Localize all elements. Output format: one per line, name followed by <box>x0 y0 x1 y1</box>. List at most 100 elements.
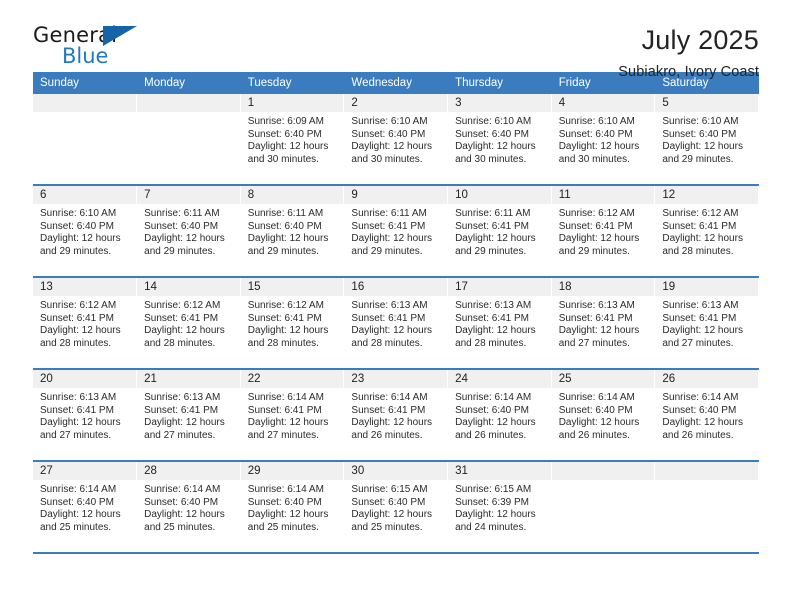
day-cell-inner <box>137 94 240 184</box>
day-details: Sunrise: 6:12 AM Sunset: 6:41 PM Daylight:… <box>137 296 240 350</box>
calendar-day-cell[interactable]: 21 Sunrise: 6:13 AM Sunset: 6:41 PM Dayligh… <box>136 369 241 462</box>
day-cell-inner: 9 Sunrise: 6:11 AM Sunset: 6:41 PM Daylight… <box>344 186 448 276</box>
day-detail-daylight-1: Daylight: 12 hours <box>40 417 121 429</box>
day-detail-daylight-1: Daylight: 12 hours <box>351 417 433 429</box>
calendar-day-cell[interactable]: 8 Sunrise: 6:11 AM Sunset: 6:40 PM Daylight… <box>240 185 345 278</box>
day-detail-daylight-1: Daylight: 12 hours <box>351 325 433 337</box>
general-blue-logo[interactable]: General Blue <box>33 23 153 71</box>
day-details: Sunrise: 6:12 AM Sunset: 6:41 PM Daylight:… <box>655 204 758 258</box>
calendar-day-cell[interactable]: 4 Sunrise: 6:10 AM Sunset: 6:40 PM Daylight… <box>551 94 656 186</box>
day-detail-daylight-2: and 30 minutes. <box>351 153 423 165</box>
day-detail-sunrise: Sunrise: 6:14 AM <box>144 484 221 495</box>
day-detail-sunrise: Sunrise: 6:12 AM <box>247 300 324 311</box>
calendar-day-cell[interactable]: 18 Sunrise: 6:13 AM Sunset: 6:41 PM Dayligh… <box>551 277 656 370</box>
calendar-day-cell[interactable]: 14 Sunrise: 6:12 AM Sunset: 6:41 PM Dayligh… <box>136 277 241 370</box>
calendar-day-cell[interactable]: 2 Sunrise: 6:10 AM Sunset: 6:40 PM Daylight… <box>343 94 449 186</box>
day-detail-daylight-1: Daylight: 12 hours <box>455 141 536 153</box>
day-detail-sunset: Sunset: 6:41 PM <box>662 220 737 232</box>
calendar-day-cell[interactable]: 7 Sunrise: 6:11 AM Sunset: 6:40 PM Daylight… <box>136 185 241 278</box>
day-detail-daylight-2: and 24 minutes. <box>455 521 527 533</box>
day-detail-daylight-2: and 27 minutes. <box>662 337 734 349</box>
day-cell-inner: 10 Sunrise: 6:11 AM Sunset: 6:41 PM Dayligh… <box>448 186 551 276</box>
calendar-day-cell[interactable]: 11 Sunrise: 6:12 AM Sunset: 6:41 PM Dayligh… <box>551 185 656 278</box>
day-cell-inner: 12 Sunrise: 6:12 AM Sunset: 6:41 PM Dayligh… <box>655 186 758 276</box>
calendar-day-cell[interactable]: 5 Sunrise: 6:10 AM Sunset: 6:40 PM Daylight… <box>654 94 759 186</box>
calendar-day-cell[interactable]: 23 Sunrise: 6:14 AM Sunset: 6:41 PM Dayligh… <box>343 369 449 462</box>
calendar-day-cell[interactable]: 3 Sunrise: 6:10 AM Sunset: 6:40 PM Daylight… <box>447 94 552 186</box>
day-detail-sunrise: Sunrise: 6:11 AM <box>351 208 427 219</box>
calendar-day-cell[interactable]: 20 Sunrise: 6:13 AM Sunset: 6:41 PM Dayligh… <box>33 369 138 462</box>
day-number: 26 <box>655 370 758 388</box>
day-cell-inner: 6 Sunrise: 6:10 AM Sunset: 6:40 PM Daylight… <box>33 186 137 276</box>
calendar-day-cell[interactable]: 22 Sunrise: 6:14 AM Sunset: 6:41 PM Dayligh… <box>240 369 345 462</box>
day-detail-daylight-2: and 28 minutes. <box>455 337 527 349</box>
day-detail-daylight-1: Daylight: 12 hours <box>40 325 121 337</box>
day-details: Sunrise: 6:12 AM Sunset: 6:41 PM Daylight:… <box>552 204 655 258</box>
day-number <box>137 94 240 112</box>
day-number: 14 <box>137 278 240 296</box>
day-details: Sunrise: 6:14 AM Sunset: 6:40 PM Daylight:… <box>33 480 136 534</box>
day-detail-sunset: Sunset: 6:40 PM <box>40 496 114 508</box>
day-detail-daylight-2: and 28 minutes. <box>144 337 216 349</box>
day-details: Sunrise: 6:12 AM Sunset: 6:41 PM Daylight:… <box>33 296 136 350</box>
calendar-day-cell[interactable]: 10 Sunrise: 6:11 AM Sunset: 6:41 PM Dayligh… <box>447 185 552 278</box>
calendar-day-cell[interactable]: 13 Sunrise: 6:12 AM Sunset: 6:41 PM Dayligh… <box>33 277 138 370</box>
calendar-day-cell[interactable]: 28 Sunrise: 6:14 AM Sunset: 6:40 PM Dayligh… <box>136 461 241 554</box>
calendar-day-cell[interactable]: 15 Sunrise: 6:12 AM Sunset: 6:41 PM Dayligh… <box>240 277 345 370</box>
day-detail-sunrise: Sunrise: 6:14 AM <box>662 392 739 403</box>
day-details: Sunrise: 6:11 AM Sunset: 6:40 PM Daylight:… <box>241 204 344 258</box>
day-cell-inner: 25 Sunrise: 6:14 AM Sunset: 6:40 PM Dayligh… <box>551 370 655 460</box>
title-block: July 2025 Subiakro, Ivory Coast <box>618 23 759 82</box>
day-details <box>552 480 655 484</box>
calendar-day-cell[interactable]: 24 Sunrise: 6:14 AM Sunset: 6:40 PM Dayligh… <box>447 369 552 462</box>
day-detail-daylight-1: Daylight: 12 hours <box>351 233 433 245</box>
day-detail-sunrise: Sunrise: 6:14 AM <box>247 484 324 495</box>
day-detail-sunrise: Sunrise: 6:13 AM <box>662 300 739 311</box>
day-cell-inner: 18 Sunrise: 6:13 AM Sunset: 6:41 PM Dayligh… <box>551 278 655 368</box>
day-detail-daylight-1: Daylight: 12 hours <box>247 141 329 153</box>
calendar-day-cell[interactable]: 26 Sunrise: 6:14 AM Sunset: 6:40 PM Dayligh… <box>654 369 759 462</box>
day-detail-daylight-2: and 29 minutes. <box>351 245 423 257</box>
calendar-day-cell[interactable]: 19 Sunrise: 6:13 AM Sunset: 6:41 PM Dayligh… <box>654 277 759 370</box>
calendar-day-cell[interactable]: 12 Sunrise: 6:12 AM Sunset: 6:41 PM Dayligh… <box>654 185 759 278</box>
day-cell-inner: 30 Sunrise: 6:15 AM Sunset: 6:40 PM Dayligh… <box>344 462 448 552</box>
day-number: 10 <box>448 186 551 204</box>
calendar-body: 1 Sunrise: 6:09 AM Sunset: 6:40 PM Daylight… <box>33 94 759 554</box>
day-detail-daylight-1: Daylight: 12 hours <box>455 509 536 521</box>
calendar-day-cell[interactable]: 9 Sunrise: 6:11 AM Sunset: 6:41 PM Daylight… <box>343 185 449 278</box>
weekday-header-tuesday: Tuesday <box>240 72 345 94</box>
page-title: July 2025 <box>641 25 759 55</box>
day-detail-daylight-2: and 26 minutes. <box>558 429 630 441</box>
day-details: Sunrise: 6:12 AM Sunset: 6:41 PM Daylight:… <box>241 296 344 350</box>
calendar-day-cell[interactable]: 1 Sunrise: 6:09 AM Sunset: 6:40 PM Daylight… <box>240 94 345 186</box>
weekday-header-thursday: Thursday <box>447 72 552 94</box>
calendar-day-cell[interactable]: 6 Sunrise: 6:10 AM Sunset: 6:40 PM Daylight… <box>33 185 138 278</box>
day-detail-daylight-2: and 30 minutes. <box>455 153 527 165</box>
day-detail-daylight-2: and 27 minutes. <box>558 337 630 349</box>
calendar-week-row: 20 Sunrise: 6:13 AM Sunset: 6:41 PM Dayligh… <box>33 369 759 462</box>
calendar-day-cell[interactable]: 29 Sunrise: 6:14 AM Sunset: 6:40 PM Dayligh… <box>240 461 345 554</box>
day-detail-sunset: Sunset: 6:41 PM <box>144 312 219 324</box>
day-number: 19 <box>655 278 758 296</box>
day-detail-daylight-2: and 25 minutes. <box>351 521 423 533</box>
day-details: Sunrise: 6:14 AM Sunset: 6:41 PM Daylight:… <box>344 388 447 442</box>
day-cell-inner <box>655 462 758 552</box>
day-detail-sunset: Sunset: 6:40 PM <box>247 128 322 140</box>
day-detail-daylight-2: and 27 minutes. <box>40 429 112 441</box>
calendar-day-cell[interactable]: 17 Sunrise: 6:13 AM Sunset: 6:41 PM Dayligh… <box>447 277 552 370</box>
day-cell-inner <box>33 94 137 184</box>
day-detail-sunset: Sunset: 6:41 PM <box>662 312 737 324</box>
calendar-day-cell[interactable]: 30 Sunrise: 6:15 AM Sunset: 6:40 PM Dayligh… <box>343 461 449 554</box>
day-details: Sunrise: 6:10 AM Sunset: 6:40 PM Daylight:… <box>655 112 758 166</box>
day-detail-daylight-1: Daylight: 12 hours <box>662 141 743 153</box>
day-number: 6 <box>33 186 137 204</box>
calendar-day-cell[interactable]: 27 Sunrise: 6:14 AM Sunset: 6:40 PM Dayligh… <box>33 461 138 554</box>
calendar-day-cell[interactable]: 25 Sunrise: 6:14 AM Sunset: 6:40 PM Dayligh… <box>551 369 656 462</box>
calendar-day-cell[interactable]: 16 Sunrise: 6:13 AM Sunset: 6:41 PM Dayligh… <box>343 277 449 370</box>
day-detail-sunrise: Sunrise: 6:13 AM <box>40 392 117 403</box>
day-detail-sunset: Sunset: 6:41 PM <box>455 220 529 232</box>
day-number: 8 <box>240 186 344 204</box>
day-cell-inner: 19 Sunrise: 6:13 AM Sunset: 6:41 PM Dayligh… <box>655 278 758 368</box>
calendar-day-cell[interactable]: 31 Sunrise: 6:15 AM Sunset: 6:39 PM Dayligh… <box>447 461 552 554</box>
day-detail-sunset: Sunset: 6:41 PM <box>351 404 426 416</box>
